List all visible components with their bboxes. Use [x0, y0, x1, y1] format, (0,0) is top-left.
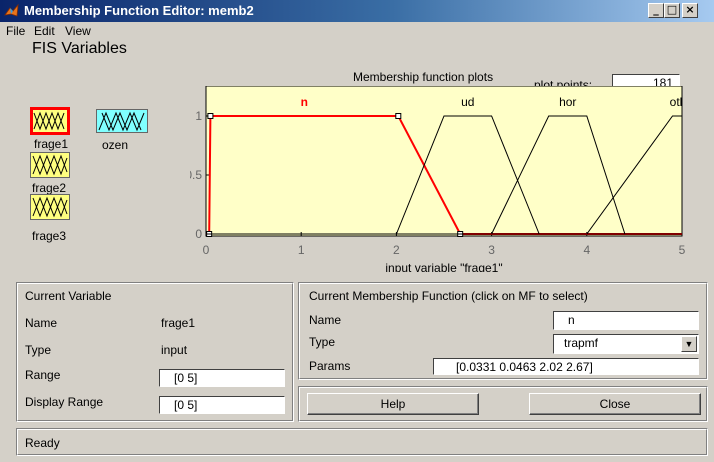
- status-bar: Ready: [16, 428, 708, 456]
- current-mf-panel: Current Membership Function (click on MF…: [298, 282, 708, 380]
- mf-shape-icon: [98, 111, 145, 132]
- var-type-value: input: [161, 343, 188, 357]
- mf-label-otl[interactable]: otl: [670, 95, 683, 109]
- plot-background: [205, 86, 683, 237]
- membership-function-plot[interactable]: 0 0.5 1 0 1 2 3 4 5 input variable "frage1" n ud hor…: [190, 86, 700, 272]
- y-tick-label: 0: [195, 227, 202, 241]
- menu-file[interactable]: File: [6, 24, 25, 38]
- fis-variables-label: FIS Variables: [32, 40, 127, 57]
- mf-name-input[interactable]: n: [553, 311, 699, 330]
- range-input[interactable]: [0 5]: [159, 369, 285, 387]
- variable-frage3-label: frage3: [32, 229, 67, 243]
- close-window-button[interactable]: ×: [682, 3, 698, 18]
- menu-bar: File Edit View: [0, 22, 714, 40]
- x-tick-label: 1: [298, 243, 305, 257]
- mf-type-label: Type: [309, 335, 336, 349]
- mf-type-select[interactable]: trapmf ▼: [553, 334, 699, 354]
- x-tick-label: 4: [583, 243, 590, 257]
- mf-params-input[interactable]: [0.0331 0.0463 2.02 2.67]: [433, 358, 699, 375]
- variable-ozen[interactable]: [96, 109, 148, 133]
- close-button[interactable]: Close: [529, 393, 701, 415]
- display-range-label: Display Range: [25, 395, 104, 409]
- y-tick-label: 0.5: [190, 168, 202, 182]
- title-bar: Membership Function Editor: memb2 _ □ ×: [0, 0, 714, 22]
- mf-type-value: trapmf: [564, 336, 599, 350]
- variable-frage2-label: frage2: [32, 181, 67, 195]
- help-button[interactable]: Help: [307, 393, 479, 415]
- var-name-label: Name: [25, 316, 58, 330]
- status-text: Ready: [25, 436, 60, 450]
- dropdown-arrow-icon[interactable]: ▼: [681, 336, 697, 352]
- menu-edit[interactable]: Edit: [34, 24, 55, 38]
- maximize-button[interactable]: □: [664, 3, 680, 18]
- current-variable-header: Current Variable: [25, 289, 112, 303]
- var-name-value: frage1: [161, 316, 196, 330]
- button-panel: Help Close: [298, 386, 708, 422]
- mf-label-ud[interactable]: ud: [461, 95, 474, 109]
- matlab-logo-icon: [4, 3, 19, 17]
- range-label: Range: [25, 368, 61, 382]
- menu-view[interactable]: View: [65, 24, 91, 38]
- window-title: Membership Function Editor: memb2: [24, 3, 254, 18]
- x-tick-label: 2: [393, 243, 400, 257]
- mf-name-label: Name: [309, 313, 342, 327]
- x-tick-label: 5: [679, 243, 686, 257]
- x-tick-label: 0: [203, 243, 210, 257]
- mf-params-label: Params: [309, 359, 351, 373]
- mf-shape-icon: [33, 111, 65, 131]
- variable-frage3[interactable]: [30, 194, 70, 220]
- y-tick-label: 1: [195, 109, 202, 123]
- mf-shape-icon: [32, 154, 68, 176]
- mf-label-hor[interactable]: hor: [559, 95, 576, 109]
- variable-ozen-label: ozen: [102, 138, 129, 152]
- plot-title: Membership function plots: [353, 70, 494, 84]
- mf-shape-icon: [32, 196, 68, 218]
- current-variable-panel: Current Variable Name frage1 Type input …: [16, 282, 294, 422]
- minimize-button[interactable]: _: [648, 3, 664, 18]
- variable-frage2[interactable]: [30, 152, 70, 178]
- variable-frage1[interactable]: [30, 107, 70, 135]
- x-tick-label: 3: [488, 243, 495, 257]
- var-type-label: Type: [25, 343, 52, 357]
- mf-handle[interactable]: [395, 113, 402, 119]
- x-axis-label: input variable "frage1": [385, 261, 502, 272]
- mf-handle[interactable]: [207, 113, 214, 119]
- current-mf-header: Current Membership Function (click on MF…: [309, 289, 588, 303]
- mf-label-n[interactable]: n: [301, 95, 308, 109]
- variable-frage1-label: frage1: [34, 137, 69, 151]
- display-range-input[interactable]: [0 5]: [159, 396, 285, 414]
